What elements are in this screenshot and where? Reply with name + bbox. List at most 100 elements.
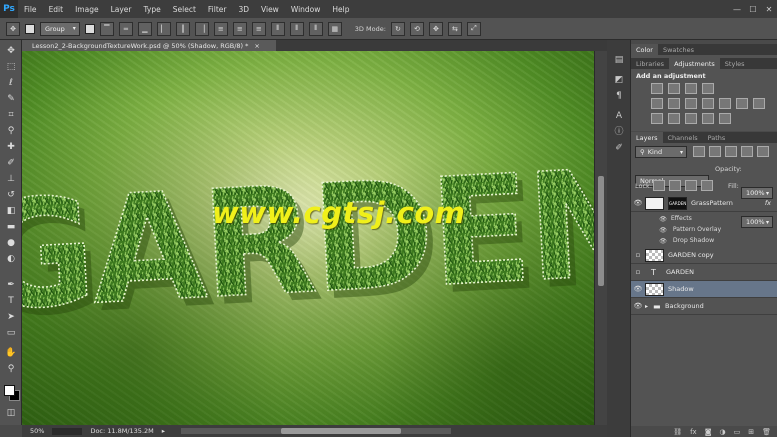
auto-align-icon[interactable]: ▦ xyxy=(327,21,342,36)
layer-name[interactable]: Background xyxy=(665,302,704,310)
new-group-icon[interactable]: ▭ xyxy=(734,428,741,436)
lock-all-icon[interactable] xyxy=(701,180,713,191)
effect-row-drop-shadow[interactable]: 👁 Drop Shadow xyxy=(631,235,777,246)
levels-icon[interactable] xyxy=(668,83,680,94)
menu-layer[interactable]: Layer xyxy=(105,5,138,14)
history-panel-icon[interactable]: ▤ xyxy=(613,54,625,66)
layer-row-garden-copy[interactable]: ▫ GARDEN copy xyxy=(631,247,777,264)
tab-libraries[interactable]: Libraries xyxy=(631,58,669,69)
menu-window[interactable]: Window xyxy=(285,5,327,14)
align-center-icon[interactable]: ║ xyxy=(175,21,190,36)
tab-channels[interactable]: Channels xyxy=(663,132,703,143)
quick-mask-icon[interactable]: ◫ xyxy=(3,406,19,420)
visibility-eye-icon[interactable]: 👁 xyxy=(631,302,645,310)
gradient-map-icon[interactable] xyxy=(702,113,714,124)
align-middle-icon[interactable]: ═ xyxy=(118,21,133,36)
distribute-right-icon[interactable]: ⦀ xyxy=(308,21,323,36)
blur-tool-icon[interactable]: ● xyxy=(3,236,19,250)
tab-color[interactable]: Color xyxy=(631,44,658,55)
marquee-tool-icon[interactable]: ⬚ xyxy=(3,60,19,74)
3d-slide-icon[interactable]: ⇆ xyxy=(447,21,462,36)
character-panel-icon[interactable]: A xyxy=(613,110,625,122)
clone-stamp-tool-icon[interactable]: ⊥ xyxy=(3,172,19,186)
move-tool-preset-icon[interactable]: ✥ xyxy=(6,21,20,36)
fx-icon[interactable]: fx xyxy=(765,199,771,207)
threshold-icon[interactable] xyxy=(685,113,697,124)
hue-saturation-icon[interactable] xyxy=(668,98,680,109)
menu-filter[interactable]: Filter xyxy=(202,5,233,14)
quick-select-tool-icon[interactable]: ✎ xyxy=(3,92,19,106)
visibility-eye-icon[interactable]: 👁 xyxy=(631,199,645,207)
filter-shape-icon[interactable] xyxy=(741,146,753,157)
filter-smart-object-icon[interactable] xyxy=(757,146,769,157)
filter-adjustment-icon[interactable] xyxy=(709,146,721,157)
menu-type[interactable]: Type xyxy=(138,5,167,14)
gradient-tool-icon[interactable]: ▬ xyxy=(3,220,19,234)
layer-row-background[interactable]: 👁 ▸ ▬ Background xyxy=(631,298,777,315)
align-right-icon[interactable]: ▕ xyxy=(194,21,209,36)
zoom-tool-icon[interactable]: ⚲ xyxy=(3,362,19,376)
brightness-contrast-icon[interactable] xyxy=(651,83,663,94)
distribute-bottom-icon[interactable]: ≡ xyxy=(251,21,266,36)
menu-edit[interactable]: Edit xyxy=(43,5,70,14)
lock-transparent-icon[interactable] xyxy=(653,180,665,191)
status-menu-arrow[interactable]: ▸ xyxy=(162,427,165,435)
vertical-scroll-thumb[interactable] xyxy=(598,176,604,286)
close-button[interactable]: ✕ xyxy=(761,5,777,14)
selective-color-icon[interactable] xyxy=(719,113,731,124)
link-layers-icon[interactable]: ⛓ xyxy=(673,428,682,436)
distribute-middle-icon[interactable]: ≡ xyxy=(232,21,247,36)
lock-pixels-icon[interactable] xyxy=(669,180,681,191)
3d-orbit-icon[interactable]: ↻ xyxy=(390,21,405,36)
3d-scale-icon[interactable]: ⤢ xyxy=(466,21,481,36)
distribute-top-icon[interactable]: ≡ xyxy=(213,21,228,36)
foreground-color-swatch[interactable] xyxy=(4,385,15,396)
brush-panel-icon[interactable]: ✐ xyxy=(613,142,625,154)
exposure-icon[interactable] xyxy=(702,83,714,94)
add-style-icon[interactable]: fx xyxy=(690,428,697,436)
vertical-scrollbar[interactable] xyxy=(594,51,607,425)
black-white-icon[interactable] xyxy=(702,98,714,109)
new-fill-layer-icon[interactable]: ◑ xyxy=(720,428,726,436)
layer-name[interactable]: GARDEN xyxy=(666,268,694,276)
eraser-tool-icon[interactable]: ◧ xyxy=(3,204,19,218)
layer-row-shadow[interactable]: 👁 Shadow xyxy=(631,281,777,298)
visibility-off-icon[interactable]: ▫ xyxy=(631,251,645,259)
filter-type-icon[interactable] xyxy=(725,146,737,157)
effect-eye-icon[interactable]: 👁 xyxy=(659,226,667,234)
menu-select[interactable]: Select xyxy=(167,5,202,14)
hand-tool-icon[interactable]: ✋ xyxy=(3,346,19,360)
expand-arrow-icon[interactable]: ▸ xyxy=(645,303,653,310)
maximize-button[interactable]: ☐ xyxy=(745,5,761,14)
color-balance-icon[interactable] xyxy=(685,98,697,109)
history-brush-tool-icon[interactable]: ↺ xyxy=(3,188,19,202)
posterize-icon[interactable] xyxy=(668,113,680,124)
lasso-tool-icon[interactable]: ℓ xyxy=(3,76,19,90)
auto-select-dropdown[interactable]: Group xyxy=(40,21,80,36)
new-layer-icon[interactable]: ⊞ xyxy=(748,428,754,436)
filter-pixel-icon[interactable] xyxy=(693,146,705,157)
eyedropper-tool-icon[interactable]: ⚲ xyxy=(3,124,19,138)
color-lookup-icon[interactable] xyxy=(753,98,765,109)
effect-eye-icon[interactable]: 👁 xyxy=(659,237,667,245)
lock-position-icon[interactable] xyxy=(685,180,697,191)
type-tool-icon[interactable]: T xyxy=(3,294,19,308)
menu-image[interactable]: Image xyxy=(69,5,105,14)
healing-tool-icon[interactable]: ✚ xyxy=(3,140,19,154)
delete-layer-icon[interactable]: 🗑 xyxy=(762,428,771,436)
visibility-off-icon[interactable]: ▫ xyxy=(631,268,645,276)
show-transform-checkbox[interactable] xyxy=(84,23,95,34)
shape-tool-icon[interactable]: ▭ xyxy=(3,326,19,340)
horizontal-scrollbar[interactable] xyxy=(181,428,452,434)
properties-panel-icon[interactable]: ◩ xyxy=(613,74,625,86)
effects-eye-icon[interactable]: 👁 xyxy=(659,215,667,223)
minimize-button[interactable]: — xyxy=(729,5,745,14)
layer-name[interactable]: GrassPattern xyxy=(691,199,733,207)
distribute-left-icon[interactable]: ⦀ xyxy=(270,21,285,36)
align-bottom-icon[interactable]: ▁ xyxy=(137,21,152,36)
document-tab[interactable]: Lesson2_2-BackgroundTextureWork.psd @ 50… xyxy=(22,40,276,51)
align-left-icon[interactable]: ▏ xyxy=(156,21,171,36)
info-panel-icon[interactable]: ⓘ xyxy=(613,126,625,138)
effect-row-pattern-overlay[interactable]: 👁 Pattern Overlay xyxy=(631,224,777,235)
tab-paths[interactable]: Paths xyxy=(703,132,731,143)
